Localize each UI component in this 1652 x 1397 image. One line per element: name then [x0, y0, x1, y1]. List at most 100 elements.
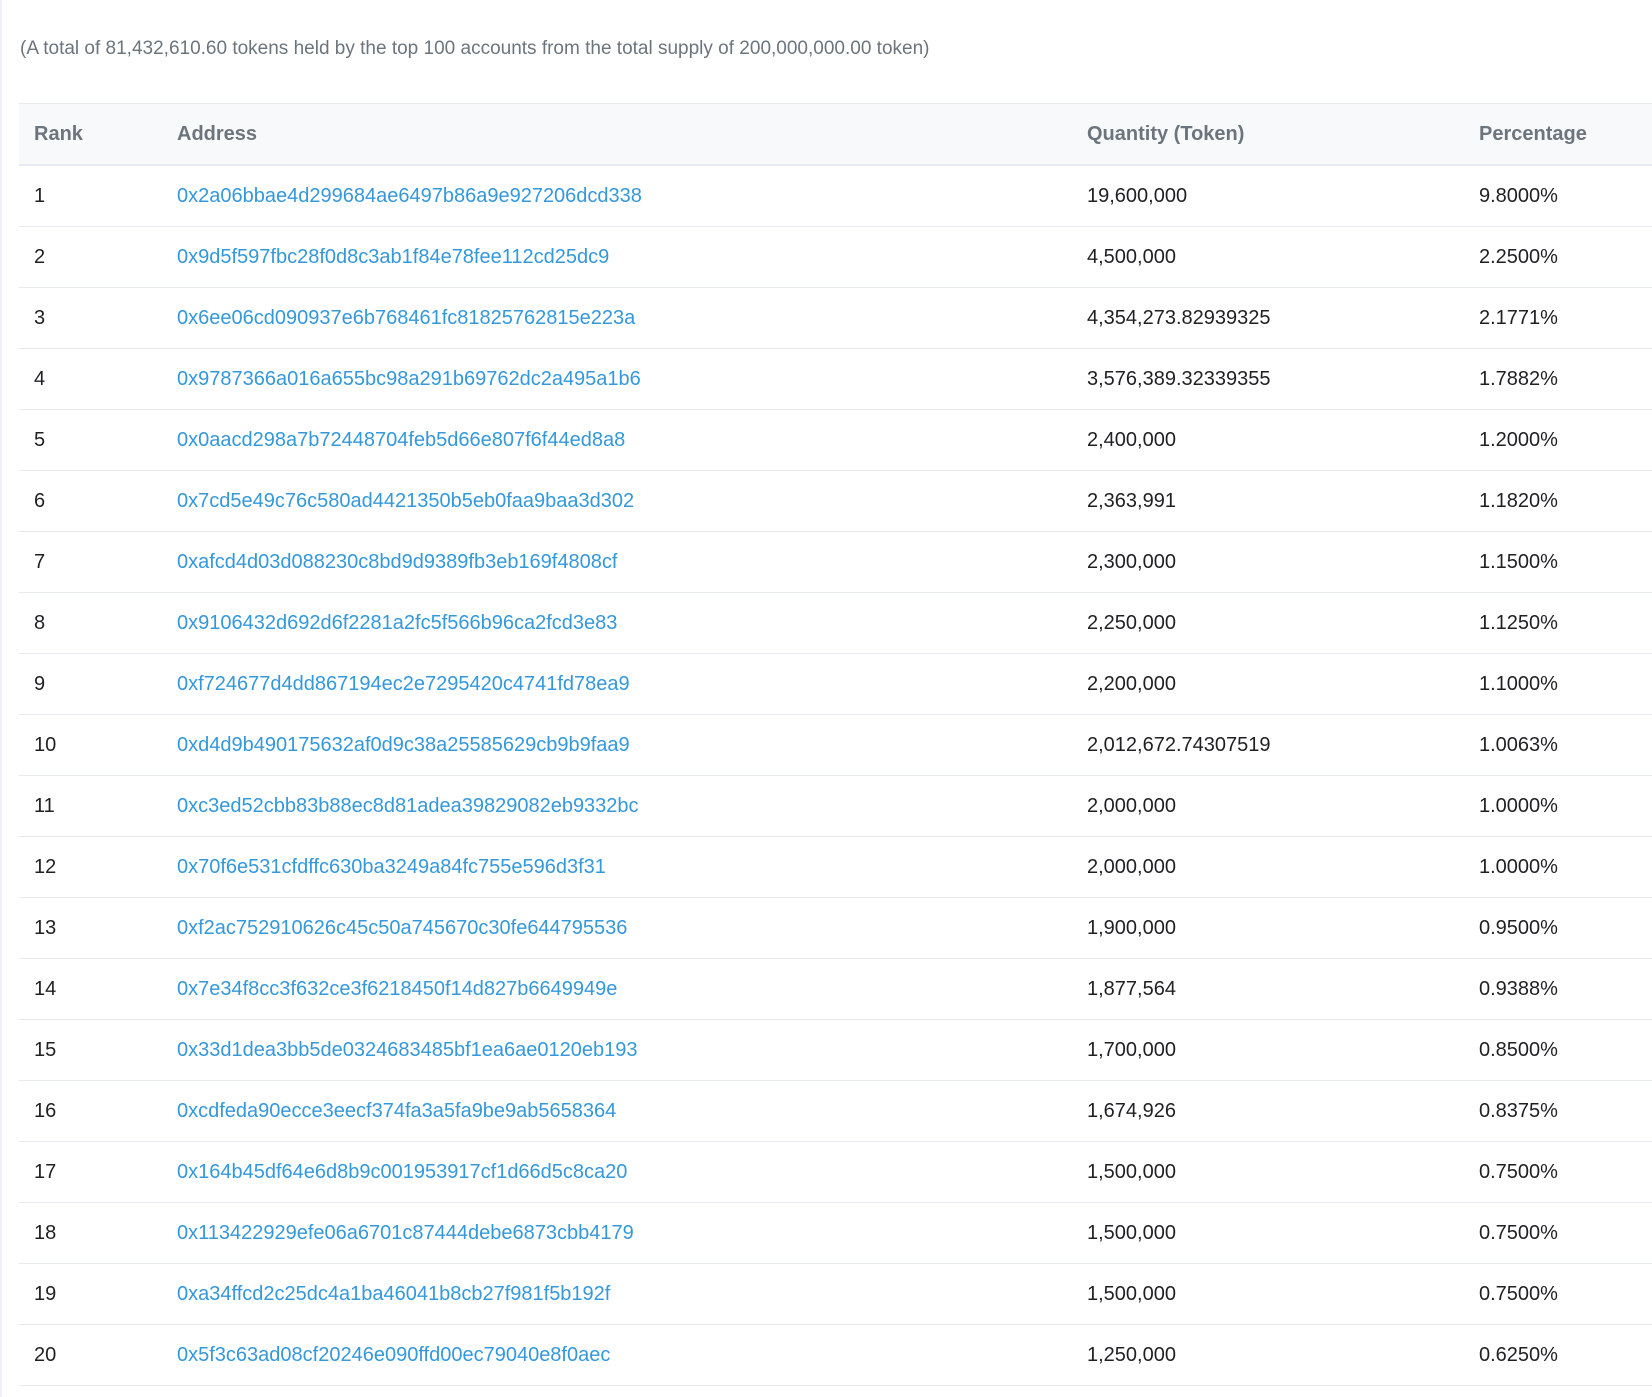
- holder-address-link[interactable]: 0x9106432d692d6f2281a2fc5f566b96ca2fcd3e…: [177, 612, 617, 634]
- quantity-cell: 2,363,991: [1087, 470, 1479, 532]
- percentage-cell: 9.8000%: [1479, 165, 1652, 227]
- address-cell: 0x7e34f8cc3f632ce3f6218450f14d827b664994…: [177, 958, 1087, 1020]
- rank-cell: 16: [19, 1080, 177, 1142]
- quantity-cell: 2,000,000: [1087, 775, 1479, 837]
- percentage-cell: 1.2000%: [1479, 409, 1652, 471]
- address-cell: 0xafcd4d03d088230c8bd9d9389fb3eb169f4808…: [177, 531, 1087, 593]
- rank-cell: 18: [19, 1202, 177, 1264]
- table-row: 16 0xcdfeda90ecce3eecf374fa3a5fa9be9ab565…: [19, 1080, 1652, 1142]
- table-row: 18 0x113422929efe06a6701c87444debe6873cbb…: [19, 1202, 1652, 1264]
- address-cell: 0x9d5f597fbc28f0d8c3ab1f84e78fee112cd25d…: [177, 226, 1087, 288]
- address-cell: 0x70f6e531cfdffc630ba3249a84fc755e596d3f…: [177, 836, 1087, 898]
- table-row: 4 0x9787366a016a655bc98a291b69762dc2a495a…: [19, 348, 1652, 410]
- address-cell: 0xf724677d4dd867194ec2e7295420c4741fd78e…: [177, 653, 1087, 715]
- holder-address-link[interactable]: 0xf2ac752910626c45c50a745670c30fe6447955…: [177, 917, 627, 939]
- address-cell: 0x33d1dea3bb5de0324683485bf1ea6ae0120eb1…: [177, 1019, 1087, 1081]
- holder-address-link[interactable]: 0xa34ffcd2c25dc4a1ba46041b8cb27f981f5b19…: [177, 1283, 610, 1305]
- holder-address-link[interactable]: 0xc3ed52cbb83b88ec8d81adea39829082eb9332…: [177, 795, 639, 817]
- percentage-column-header: Percentage: [1479, 103, 1652, 166]
- rank-cell: 9: [19, 653, 177, 715]
- percentage-cell: 1.0000%: [1479, 836, 1652, 898]
- address-cell: 0xc3ed52cbb83b88ec8d81adea39829082eb9332…: [177, 775, 1087, 837]
- quantity-cell: 2,200,000: [1087, 653, 1479, 715]
- quantity-cell: 2,300,000: [1087, 531, 1479, 593]
- holder-address-link[interactable]: 0x164b45df64e6d8b9c001953917cf1d66d5c8ca…: [177, 1161, 627, 1183]
- holder-address-link[interactable]: 0x2a06bbae4d299684ae6497b86a9e927206dcd3…: [177, 185, 642, 207]
- rank-cell: 17: [19, 1141, 177, 1203]
- holder-address-link[interactable]: 0xcdfeda90ecce3eecf374fa3a5fa9be9ab56583…: [177, 1100, 616, 1122]
- table-row: 6 0x7cd5e49c76c580ad4421350b5eb0faa9baa3d…: [19, 470, 1652, 532]
- quantity-cell: 1,900,000: [1087, 897, 1479, 959]
- percentage-cell: 0.7500%: [1479, 1202, 1652, 1264]
- rank-cell: 8: [19, 592, 177, 654]
- percentage-cell: 2.1771%: [1479, 287, 1652, 349]
- table-row: 15 0x33d1dea3bb5de0324683485bf1ea6ae0120e…: [19, 1019, 1652, 1081]
- table-header-row: Rank Address Quantity (Token) Percentage: [19, 103, 1652, 166]
- table-row: 10 0xd4d9b490175632af0d9c38a25585629cb9b9…: [19, 714, 1652, 776]
- holder-address-link[interactable]: 0x5f3c63ad08cf20246e090ffd00ec79040e8f0a…: [177, 1344, 610, 1366]
- address-cell: 0x0aacd298a7b72448704feb5d66e807f6f44ed8…: [177, 409, 1087, 471]
- rank-cell: 11: [19, 775, 177, 837]
- table-row: 7 0xafcd4d03d088230c8bd9d9389fb3eb169f480…: [19, 531, 1652, 593]
- rank-cell: 2: [19, 226, 177, 288]
- holder-address-link[interactable]: 0xf724677d4dd867194ec2e7295420c4741fd78e…: [177, 673, 630, 695]
- supply-summary: (A total of 81,432,610.60 tokens held by…: [20, 38, 930, 59]
- holder-address-link[interactable]: 0x7e34f8cc3f632ce3f6218450f14d827b664994…: [177, 978, 617, 1000]
- table-row: 2 0x9d5f597fbc28f0d8c3ab1f84e78fee112cd25…: [19, 226, 1652, 288]
- table-row: 12 0x70f6e531cfdffc630ba3249a84fc755e596d…: [19, 836, 1652, 898]
- holder-address-link[interactable]: 0x7cd5e49c76c580ad4421350b5eb0faa9baa3d3…: [177, 490, 634, 512]
- holder-address-link[interactable]: 0xd4d9b490175632af0d9c38a25585629cb9b9fa…: [177, 734, 630, 756]
- table-row: 14 0x7e34f8cc3f632ce3f6218450f14d827b6649…: [19, 958, 1652, 1020]
- table-row: 8 0x9106432d692d6f2281a2fc5f566b96ca2fcd3…: [19, 592, 1652, 654]
- quantity-cell: 1,700,000: [1087, 1019, 1479, 1081]
- address-cell: 0x9787366a016a655bc98a291b69762dc2a495a1…: [177, 348, 1087, 410]
- quantity-cell: 1,250,000: [1087, 1324, 1479, 1386]
- holder-address-link[interactable]: 0xafcd4d03d088230c8bd9d9389fb3eb169f4808…: [177, 551, 617, 573]
- percentage-cell: 0.8375%: [1479, 1080, 1652, 1142]
- address-cell: 0xa34ffcd2c25dc4a1ba46041b8cb27f981f5b19…: [177, 1263, 1087, 1325]
- quantity-cell: 1,500,000: [1087, 1141, 1479, 1203]
- rank-cell: 15: [19, 1019, 177, 1081]
- rank-cell: 6: [19, 470, 177, 532]
- holder-address-link[interactable]: 0x70f6e531cfdffc630ba3249a84fc755e596d3f…: [177, 856, 606, 878]
- holder-address-link[interactable]: 0x0aacd298a7b72448704feb5d66e807f6f44ed8…: [177, 429, 625, 451]
- percentage-cell: 1.1000%: [1479, 653, 1652, 715]
- holder-address-link[interactable]: 0x33d1dea3bb5de0324683485bf1ea6ae0120eb1…: [177, 1039, 637, 1061]
- percentage-cell: 0.9500%: [1479, 897, 1652, 959]
- table-row: 17 0x164b45df64e6d8b9c001953917cf1d66d5c8…: [19, 1141, 1652, 1203]
- rank-cell: 10: [19, 714, 177, 776]
- holder-address-link[interactable]: 0x9787366a016a655bc98a291b69762dc2a495a1…: [177, 368, 641, 390]
- rank-cell: 13: [19, 897, 177, 959]
- quantity-cell: 2,250,000: [1087, 592, 1479, 654]
- address-cell: 0x113422929efe06a6701c87444debe6873cbb41…: [177, 1202, 1087, 1264]
- quantity-column-header: Quantity (Token): [1087, 103, 1479, 166]
- address-cell: 0x2a06bbae4d299684ae6497b86a9e927206dcd3…: [177, 165, 1087, 227]
- address-cell: 0xd4d9b490175632af0d9c38a25585629cb9b9fa…: [177, 714, 1087, 776]
- left-divider: [0, 0, 2, 1397]
- address-cell: 0x9106432d692d6f2281a2fc5f566b96ca2fcd3e…: [177, 592, 1087, 654]
- quantity-cell: 1,500,000: [1087, 1202, 1479, 1264]
- address-cell: 0xf2ac752910626c45c50a745670c30fe6447955…: [177, 897, 1087, 959]
- table-row: 20 0x5f3c63ad08cf20246e090ffd00ec79040e8f…: [19, 1324, 1652, 1386]
- address-cell: 0x6ee06cd090937e6b768461fc81825762815e22…: [177, 287, 1087, 349]
- rank-cell: 12: [19, 836, 177, 898]
- holder-address-link[interactable]: 0x9d5f597fbc28f0d8c3ab1f84e78fee112cd25d…: [177, 246, 609, 268]
- address-cell: 0x5f3c63ad08cf20246e090ffd00ec79040e8f0a…: [177, 1324, 1087, 1386]
- percentage-cell: 1.1820%: [1479, 470, 1652, 532]
- percentage-cell: 2.2500%: [1479, 226, 1652, 288]
- table-row: 11 0xc3ed52cbb83b88ec8d81adea39829082eb93…: [19, 775, 1652, 837]
- table-body: 1 0x2a06bbae4d299684ae6497b86a9e927206dcd…: [19, 165, 1652, 1386]
- rank-cell: 3: [19, 287, 177, 349]
- percentage-cell: 0.9388%: [1479, 958, 1652, 1020]
- holder-address-link[interactable]: 0x113422929efe06a6701c87444debe6873cbb41…: [177, 1222, 634, 1244]
- quantity-cell: 2,000,000: [1087, 836, 1479, 898]
- address-cell: 0x7cd5e49c76c580ad4421350b5eb0faa9baa3d3…: [177, 470, 1087, 532]
- token-holders-table: Rank Address Quantity (Token) Percentage…: [19, 103, 1652, 1386]
- rank-cell: 19: [19, 1263, 177, 1325]
- quantity-cell: 3,576,389.32339355: [1087, 348, 1479, 410]
- holder-address-link[interactable]: 0x6ee06cd090937e6b768461fc81825762815e22…: [177, 307, 635, 329]
- percentage-cell: 0.8500%: [1479, 1019, 1652, 1081]
- table-row: 1 0x2a06bbae4d299684ae6497b86a9e927206dcd…: [19, 165, 1652, 227]
- quantity-cell: 4,500,000: [1087, 226, 1479, 288]
- rank-cell: 7: [19, 531, 177, 593]
